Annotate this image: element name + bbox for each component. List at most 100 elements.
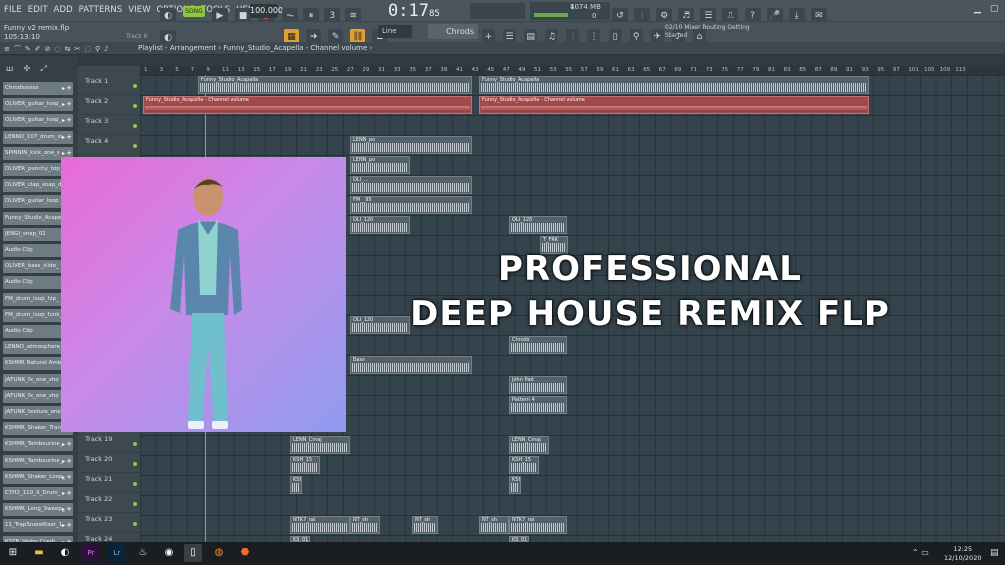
audio-clip[interactable]: Funny_Studio_Acapella bbox=[479, 76, 869, 94]
channel-add-icon[interactable]: + bbox=[66, 82, 72, 95]
track-header[interactable]: Track 1 bbox=[78, 75, 140, 95]
options-icon[interactable]: ≡ bbox=[4, 45, 10, 53]
track-header[interactable]: Track 22 bbox=[78, 493, 140, 513]
track-header[interactable]: Track 2 bbox=[78, 95, 140, 115]
song-mode-badge[interactable]: SONG bbox=[183, 6, 205, 17]
track-header[interactable]: Track 19 bbox=[78, 433, 140, 453]
system-tray[interactable]: ⌃ ▭ bbox=[912, 548, 929, 557]
channel-arrow-icon[interactable]: ▸ bbox=[62, 487, 65, 500]
audio-clip[interactable]: Funny_Studio_Acapella bbox=[198, 76, 472, 94]
mute-icon[interactable]: ◌ bbox=[55, 45, 61, 53]
track-mute-led[interactable] bbox=[133, 502, 137, 506]
track-header[interactable]: Track 23 bbox=[78, 513, 140, 533]
track-mute-led[interactable] bbox=[133, 442, 137, 446]
automation-clip[interactable]: Funny_Studio_Acapella - Channel volume bbox=[143, 96, 472, 114]
obs-icon[interactable]: ◉ bbox=[160, 544, 178, 562]
channel-add-icon[interactable]: + bbox=[66, 114, 72, 127]
hint-bar[interactable]: 02/10 Mixer Routing Getting Started bbox=[665, 24, 750, 40]
channel-button[interactable]: KSHMR_Tambourine_ ▸ + bbox=[3, 454, 73, 468]
audio-clip[interactable]: NT_sh bbox=[350, 516, 380, 534]
track-mute-led[interactable] bbox=[133, 84, 137, 88]
channel-arrow-icon[interactable]: ▸ bbox=[62, 471, 65, 484]
channel-button[interactable]: OLIVER_guitar_loop_ ▸ + bbox=[3, 98, 73, 112]
explorer-icon[interactable]: ▬ bbox=[30, 544, 48, 562]
channel-button[interactable]: CTH2_110_X_Drum_ ▸ + bbox=[3, 487, 73, 500]
channel-button[interactable]: Chrodssssss ▸ + bbox=[3, 82, 73, 95]
draw-icon[interactable]: ✎ bbox=[25, 45, 31, 53]
track-header[interactable]: Track 4 bbox=[78, 135, 140, 155]
channel-button[interactable]: LENNO_107_drum_lo ▸ + bbox=[3, 130, 73, 144]
track-header[interactable]: Track 3 bbox=[78, 115, 140, 135]
lightroom-icon[interactable]: Lr bbox=[108, 544, 126, 562]
windows-start-icon[interactable]: ⊞ bbox=[4, 544, 22, 562]
audio-clip[interactable]: LENN_po bbox=[350, 156, 410, 174]
channel-arrow-icon[interactable]: ▸ bbox=[62, 82, 65, 95]
menu-file[interactable]: FILE bbox=[4, 5, 22, 15]
menu-view[interactable]: VIEW bbox=[128, 5, 151, 15]
steam-icon[interactable]: ♨ bbox=[134, 544, 152, 562]
channel-add-icon[interactable]: + bbox=[66, 487, 72, 500]
audio-clip[interactable]: Bass bbox=[350, 356, 472, 374]
audio-clip[interactable]: OLI_120 bbox=[350, 216, 410, 234]
audio-clip[interactable]: KSH_15 bbox=[509, 456, 539, 474]
audio-clip[interactable]: KSH_15 bbox=[509, 476, 521, 494]
paint-icon[interactable]: ✐ bbox=[35, 45, 41, 53]
track-mute-led[interactable] bbox=[133, 522, 137, 526]
audio-clip[interactable]: John Pad bbox=[509, 376, 567, 394]
timeline-ruler[interactable]: 1 3 5 7 9 11 13 15 17 19 21 23 25 27 29 31 33 35 37 39 41 43 4… bbox=[140, 66, 1005, 75]
channel-button[interactable]: KSHMR_Tambourine_ ▸ + bbox=[3, 438, 73, 452]
track-header[interactable]: Track 21 bbox=[78, 473, 140, 493]
browser-tab-3[interactable]: ⤢ bbox=[40, 64, 46, 73]
audio-clip[interactable]: LENN_Cmaj bbox=[509, 436, 549, 454]
audio-clip[interactable]: LENN_Cmaj bbox=[290, 436, 350, 454]
audio-clip[interactable]: KSH_15 bbox=[290, 456, 320, 474]
magnet-icon[interactable]: ⌒ bbox=[14, 45, 21, 53]
fl-app-icon[interactable]: ⬣ bbox=[236, 544, 254, 562]
channel-add-icon[interactable]: + bbox=[66, 455, 72, 468]
slice-icon[interactable]: ✂ bbox=[74, 45, 80, 53]
track-mute-led[interactable] bbox=[133, 462, 137, 466]
channel-add-icon[interactable]: + bbox=[66, 438, 72, 451]
channel-arrow-icon[interactable]: ▸ bbox=[62, 519, 65, 532]
file-active-icon[interactable]: ▯ bbox=[184, 544, 202, 562]
menu-add[interactable]: ADD bbox=[54, 5, 73, 15]
audio-clip[interactable]: Chrods bbox=[509, 336, 567, 354]
browser-tab-2[interactable]: ✣ bbox=[24, 64, 31, 73]
track-mute-led[interactable] bbox=[133, 144, 137, 148]
playback-icon[interactable]: ♪ bbox=[104, 45, 108, 53]
channel-add-icon[interactable]: + bbox=[66, 519, 72, 532]
channel-button[interactable]: KSHMR_Shaker_Loop_ ▸ + bbox=[3, 470, 73, 484]
channel-arrow-icon[interactable]: ▸ bbox=[62, 131, 65, 144]
audio-clip[interactable]: OLI_... bbox=[350, 176, 472, 194]
track-mute-led[interactable] bbox=[133, 104, 137, 108]
channel-add-icon[interactable]: + bbox=[66, 503, 72, 516]
audio-clip[interactable]: LENN_po bbox=[350, 136, 472, 154]
track-mute-led[interactable] bbox=[133, 482, 137, 486]
slip-icon[interactable]: ⇆ bbox=[65, 45, 71, 53]
firefox-icon[interactable]: ◍ bbox=[210, 544, 228, 562]
tempo-display[interactable]: 100.000 bbox=[250, 4, 283, 18]
audio-clip[interactable]: NTK7_rai bbox=[290, 516, 350, 534]
track-header[interactable]: Track 24 bbox=[78, 533, 140, 546]
menu-patterns[interactable]: PATTERNS bbox=[79, 5, 123, 15]
fl-studio-icon[interactable]: ◐ bbox=[56, 544, 74, 562]
channel-arrow-icon[interactable]: ▸ bbox=[62, 438, 65, 451]
channel-button[interactable]: OLIVER_guitar_loop_ ▸ + bbox=[3, 114, 73, 128]
delete-icon[interactable]: ⊘ bbox=[45, 45, 51, 53]
channel-arrow-icon[interactable]: ▸ bbox=[62, 114, 65, 127]
channel-add-icon[interactable]: + bbox=[66, 471, 72, 484]
track-mute-led[interactable] bbox=[133, 124, 137, 128]
minimize-icon[interactable]: ▁ bbox=[974, 4, 981, 14]
audio-clip[interactable]: NTK7_rai bbox=[509, 516, 567, 534]
channel-add-icon[interactable]: + bbox=[66, 131, 72, 144]
pattern-select[interactable]: Chrods bbox=[428, 24, 478, 39]
audio-clip[interactable]: OLI_120 bbox=[509, 216, 567, 234]
channel-arrow-icon[interactable]: ▸ bbox=[62, 503, 65, 516]
select-icon[interactable]: ⬚ bbox=[84, 45, 91, 53]
audio-clip[interactable]: NT_sh bbox=[412, 516, 438, 534]
menu-edit[interactable]: EDIT bbox=[28, 5, 48, 15]
breadcrumb[interactable]: Playlist - Arrangement › Funny_Studio_Ac… bbox=[138, 44, 372, 52]
audio-clip[interactable]: NT_sh bbox=[479, 516, 509, 534]
audio-clip[interactable]: KSH_15 bbox=[290, 476, 302, 494]
audio-clip[interactable]: Pattern 4 bbox=[509, 396, 567, 414]
